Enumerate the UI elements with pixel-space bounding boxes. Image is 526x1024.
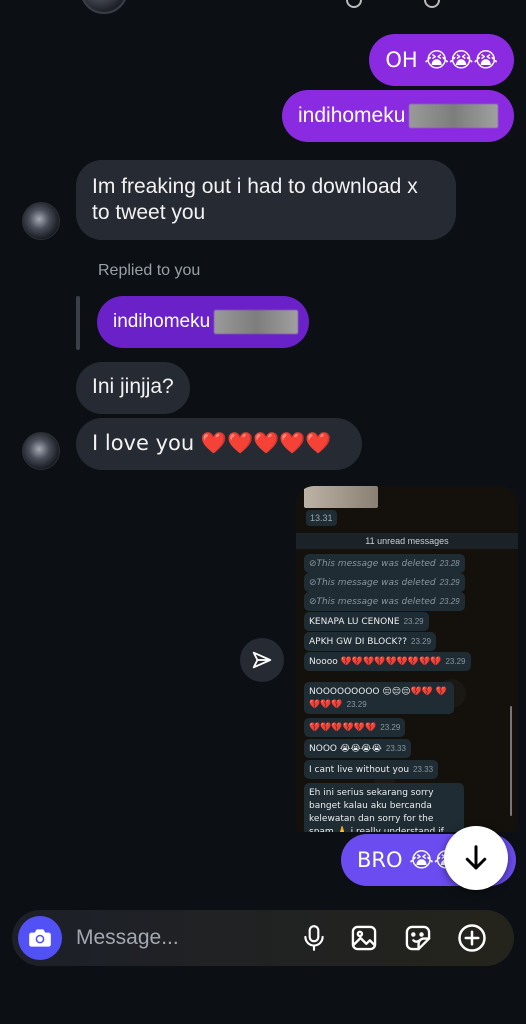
screenshot-image-thumb [304,486,378,508]
gallery-button[interactable] [348,922,380,954]
header-avatar[interactable] [80,0,128,14]
screenshot-message-time: 23.29 [439,578,460,587]
screenshot-message-text: This message was deleted [316,597,436,607]
message-incoming[interactable]: Ini jinjja? [76,362,190,414]
image-icon [351,925,377,951]
screenshot-message-time: 23.29 [403,617,424,626]
screenshot-message-text: KENAPA LU CENONE [309,617,400,627]
microphone-icon [304,925,324,951]
arrow-down-icon [465,845,487,870]
screenshot-message-time: 23.29 [411,637,432,646]
screenshot-message-text: Eh ini serius sekarang sorry banget kala… [309,788,444,832]
screenshot-message-time: 23.29 [380,723,401,732]
screenshot-message-text: Noooo 💔💔💔💔💔💔💔💔💔 [309,657,442,667]
screenshot-scrollbar [510,706,512,816]
screenshot-message-text: NOOO 😭😭😭😭 [309,744,382,754]
header-call-icon[interactable] [346,0,362,8]
screenshot-message-time: 23.33 [413,765,434,774]
message-text: OH 😭😭😭 [385,48,498,72]
screenshot-message-text: This message was deleted [316,578,436,588]
send-icon [252,651,272,669]
screenshot-message-time: 23.33 [385,744,406,753]
screenshot-message-time: 23.28 [439,559,460,568]
plus-circle-icon [458,924,486,952]
screenshot-deleted-message: This message was deleted23.29 [304,592,465,611]
message-incoming[interactable]: I love you ❤️❤️❤️❤️❤️ [76,418,362,470]
screenshot-message-text: APKH GW DI BLOCK?? [309,637,407,647]
microphone-button[interactable] [298,922,330,954]
redaction-blur [214,310,299,334]
message-outgoing[interactable]: OH 😭😭😭 [369,34,514,86]
reply-bar [76,296,80,350]
screenshot-unread-banner: 11 unread messages [296,533,518,549]
share-button[interactable] [240,638,284,682]
screenshot-message-text: This message was deleted [316,559,436,569]
screenshot-attachment[interactable]: 13.31 11 unread messages This message wa… [296,486,518,832]
message-text: Ini jinjja? [92,375,174,398]
reply-quote-text: indihomeku [113,311,211,332]
screenshot-message-time: 23.29 [439,597,460,606]
more-button[interactable] [456,922,488,954]
screenshot-message: Noooo 💔💔💔💔💔💔💔💔💔 23.29 [304,652,471,671]
replied-label: Replied to you [98,262,201,279]
message-composer [12,910,514,966]
message-incoming[interactable]: Im freaking out i had to download x to t… [76,160,456,240]
screenshot-message: Eh ini serius sekarang sorry banget kala… [304,783,464,832]
sender-avatar[interactable] [22,432,60,470]
screenshot-message-text: 💔💔💔💔💔💔 [309,723,377,733]
screenshot-message-time: 23.29 [445,657,466,666]
screenshot-message: NOOO 😭😭😭😭 23.33 [304,739,411,758]
screenshot-message-text: NOOOOOOOOO 😔😔😔💔💔 💔💔💔💔 [309,687,447,710]
reply-quote[interactable]: indihomeku [97,296,309,348]
screenshot-message-time: 23.29 [346,700,367,709]
message-text: I love you ❤️❤️❤️❤️❤️ [92,431,332,455]
redaction-blur [409,104,498,128]
sticker-icon [405,925,431,951]
screenshot-message: 💔💔💔💔💔💔 23.29 [304,718,406,737]
message-outgoing[interactable]: indihomeku [282,90,514,142]
screenshot-deleted-message: This message was deleted23.29 [304,573,465,592]
screenshot-message: KENAPA LU CENONE 23.29 [304,612,429,631]
screenshot-deleted-message: This message was deleted23.28 [304,554,465,573]
screenshot-message-text: I cant live without you [309,765,410,775]
screenshot-message: APKH GW DI BLOCK?? 23.29 [304,632,437,651]
camera-button[interactable] [18,916,62,960]
screenshot-time: 13.31 [306,510,337,526]
sender-avatar[interactable] [22,202,60,240]
message-input[interactable] [76,922,276,954]
header-video-icon[interactable] [424,0,440,8]
message-text: indihomeku [298,104,406,127]
message-text: Im freaking out i had to download x to t… [92,175,418,224]
scroll-down-button[interactable] [444,826,508,890]
sticker-button[interactable] [402,922,434,954]
screenshot-message: I cant live without you 23.33 [304,760,439,779]
camera-icon [29,929,51,947]
screenshot-message: NOOOOOOOOO 😔😔😔💔💔 💔💔💔💔 23.29 [304,682,454,714]
